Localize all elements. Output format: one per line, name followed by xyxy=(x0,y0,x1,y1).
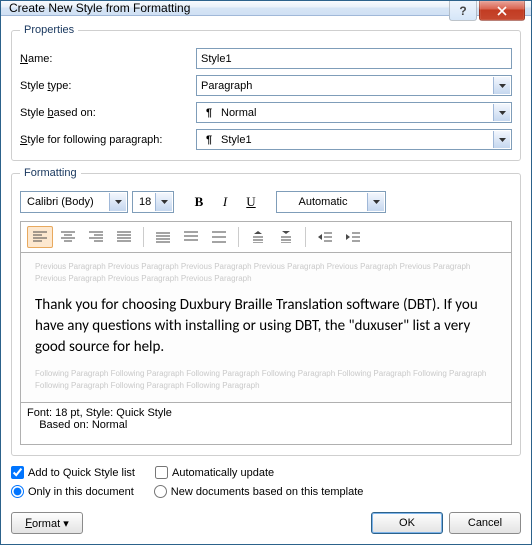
row-based-on: Style based on: ¶ Normal xyxy=(20,102,512,123)
indent-inc-icon xyxy=(346,231,360,243)
client-area: Properties Name: Style type: Paragraph S… xyxy=(1,16,531,544)
titlebar: Create New Style from Formatting ? xyxy=(1,1,531,16)
style-type-combo[interactable]: Paragraph xyxy=(196,75,512,96)
desc-line2: Based on: Normal xyxy=(27,419,505,431)
chevron-down-icon xyxy=(109,193,126,211)
paragraph-toolbar xyxy=(20,221,512,253)
following-combo[interactable]: ¶ Style1 xyxy=(196,129,512,150)
align-justify-icon xyxy=(117,231,131,243)
properties-group: Properties Name: Style type: Paragraph S… xyxy=(11,24,521,161)
space-before-dec-button[interactable] xyxy=(273,226,299,248)
font-size-value: 18 xyxy=(139,196,151,208)
align-right-button[interactable] xyxy=(83,226,109,248)
space-before-inc-button[interactable] xyxy=(245,226,271,248)
align-left-icon xyxy=(33,231,47,243)
linespacing-1-icon xyxy=(156,231,170,243)
indent-inc-button[interactable] xyxy=(340,226,366,248)
preview-ghost-prev: Previous Paragraph Previous Paragraph Pr… xyxy=(35,261,497,285)
based-on-value: Normal xyxy=(221,107,256,119)
only-this-doc-radio[interactable]: Only in this document xyxy=(11,485,134,498)
name-input[interactable] xyxy=(196,48,512,69)
chevron-down-icon xyxy=(493,104,510,121)
dialog: Create New Style from Formatting ? Prope… xyxy=(0,0,532,545)
font-color-combo[interactable]: Automatic xyxy=(276,191,386,213)
close-icon xyxy=(497,6,507,16)
dialog-title: Create New Style from Formatting xyxy=(9,1,190,15)
titlebar-buttons: ? xyxy=(449,1,531,21)
options-row2: Only in this document New documents base… xyxy=(11,485,521,498)
style-type-label: Style type: xyxy=(20,80,190,92)
footer: Format ▾ OK Cancel xyxy=(11,512,521,534)
add-quick-style-label: Add to Quick Style list xyxy=(28,467,135,479)
font-size-combo[interactable]: 18 xyxy=(132,191,174,213)
close-button[interactable] xyxy=(479,1,525,21)
align-left-button[interactable] xyxy=(27,226,53,248)
add-quick-style-input[interactable] xyxy=(11,466,24,479)
chevron-down-icon xyxy=(493,131,510,148)
new-docs-radio[interactable]: New documents based on this template xyxy=(154,485,364,498)
help-button[interactable]: ? xyxy=(449,1,477,21)
space-before-dec-icon xyxy=(279,231,293,243)
preview-sample: Thank you for choosing Duxbury Braille T… xyxy=(35,295,497,358)
style-description: Font: 18 pt, Style: Quick Style Based on… xyxy=(20,403,512,445)
italic-button[interactable]: I xyxy=(214,191,236,213)
align-justify-button[interactable] xyxy=(111,226,137,248)
based-on-combo[interactable]: ¶ Normal xyxy=(196,102,512,123)
only-this-doc-input[interactable] xyxy=(11,485,24,498)
underline-button[interactable]: U xyxy=(240,191,262,213)
new-docs-label: New documents based on this template xyxy=(171,486,364,498)
options-row1: Add to Quick Style list Automatically up… xyxy=(11,466,521,479)
new-docs-input[interactable] xyxy=(154,485,167,498)
separator xyxy=(143,227,144,247)
linespacing-1-button[interactable] xyxy=(150,226,176,248)
linespacing-15-button[interactable] xyxy=(178,226,204,248)
preview-ghost-next: Following Paragraph Following Paragraph … xyxy=(35,368,497,392)
formatting-legend: Formatting xyxy=(20,167,81,179)
linespacing-2-button[interactable] xyxy=(206,226,232,248)
following-value: Style1 xyxy=(221,134,252,146)
format-button[interactable]: Format ▾ xyxy=(11,512,83,534)
based-on-label: Style based on: xyxy=(20,107,190,119)
name-label: Name: xyxy=(20,53,190,65)
row-name: Name: xyxy=(20,48,512,69)
preview-pane: Previous Paragraph Previous Paragraph Pr… xyxy=(20,253,512,403)
indent-dec-button[interactable] xyxy=(312,226,338,248)
cancel-button[interactable]: Cancel xyxy=(449,512,521,534)
ok-button[interactable]: OK xyxy=(371,512,443,534)
indent-dec-icon xyxy=(318,231,332,243)
chevron-down-icon xyxy=(367,193,384,211)
align-center-icon xyxy=(61,231,75,243)
properties-legend: Properties xyxy=(20,24,78,36)
separator xyxy=(238,227,239,247)
bold-button[interactable]: B xyxy=(188,191,210,213)
font-name-value: Calibri (Body) xyxy=(27,196,94,208)
auto-update-checkbox[interactable]: Automatically update xyxy=(155,466,274,479)
row-style-type: Style type: Paragraph xyxy=(20,75,512,96)
row-following: Style for following paragraph: ¶ Style1 xyxy=(20,129,512,150)
chevron-down-icon xyxy=(155,193,172,211)
auto-update-label: Automatically update xyxy=(172,467,274,479)
auto-update-input[interactable] xyxy=(155,466,168,479)
align-center-button[interactable] xyxy=(55,226,81,248)
align-right-icon xyxy=(89,231,103,243)
font-toolbar: Calibri (Body) 18 B I U Automatic xyxy=(20,191,512,213)
following-label: Style for following paragraph: xyxy=(20,134,190,146)
linespacing-15-icon xyxy=(184,231,198,243)
desc-line1: Font: 18 pt, Style: Quick Style xyxy=(27,407,505,419)
paragraph-icon: ¶ xyxy=(201,107,217,119)
chevron-down-icon xyxy=(493,77,510,94)
style-type-value: Paragraph xyxy=(201,80,252,92)
font-color-value: Automatic xyxy=(299,196,348,208)
paragraph-icon: ¶ xyxy=(201,134,217,146)
linespacing-2-icon xyxy=(212,231,226,243)
only-this-doc-label: Only in this document xyxy=(28,486,134,498)
formatting-group: Formatting Calibri (Body) 18 B I U Autom… xyxy=(11,167,521,456)
add-quick-style-checkbox[interactable]: Add to Quick Style list xyxy=(11,466,135,479)
separator xyxy=(305,227,306,247)
space-before-inc-icon xyxy=(251,231,265,243)
font-name-combo[interactable]: Calibri (Body) xyxy=(20,191,128,213)
